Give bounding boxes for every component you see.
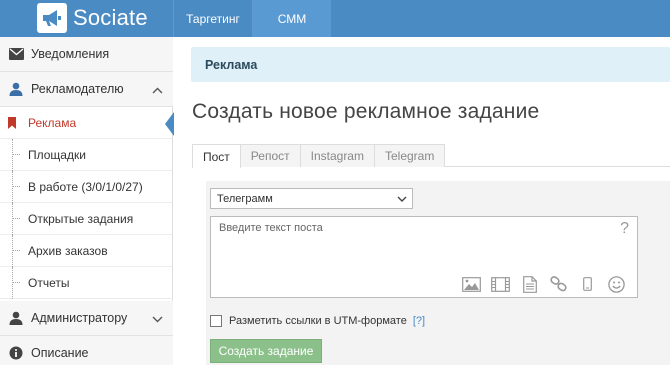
sidebar-item-label: Описание [31,346,89,360]
chevron-down-icon [397,194,407,206]
sidebar-subitem-in-progress[interactable]: В работе (3/0/1/0/27) [0,171,173,203]
sidebar-subitem-label: В работе (3/0/1/0/27) [28,179,143,194]
sidebar-item-notifications[interactable]: Уведомления [0,37,173,72]
sidebar-item-advertiser[interactable]: Рекламодателю [0,72,173,107]
emoji-icon[interactable] [602,275,631,293]
sidebar-item-description[interactable]: Описание [0,336,173,365]
user-icon [8,310,24,326]
post-text-placeholder: Введите текст поста [219,222,323,234]
channel-select-value: Телеграмм [217,192,273,205]
sidebar-subitem-label: Открытые задания [28,211,134,226]
utm-label[interactable]: Разметить ссылки в UTM-формате [229,315,407,327]
tree-line [12,267,13,299]
sidebar-item-label: Уведомления [31,47,110,61]
page-title: Создать новое рекламное задание [192,100,540,123]
image-icon[interactable] [457,275,486,293]
tree-dash [12,154,20,155]
sidebar-subitem-label: Архив заказов [28,243,108,258]
sidebar-subitem-ads[interactable]: Реклама [0,107,173,139]
logo-text[interactable]: Sociate [73,5,148,31]
sidebar-item-label: Рекламодателю [31,82,124,96]
sidebar-subitem-label: Отчеты [28,275,70,290]
top-bar: Sociate Таргетинг СММ [0,0,670,37]
attachment-toolbar [457,275,631,293]
post-text-input[interactable]: Введите текст поста ? [210,216,638,298]
video-icon[interactable] [486,275,515,293]
link-icon[interactable] [544,275,573,293]
tree-dash [12,186,20,187]
sidebar-subitem-label: Реклама [28,115,77,130]
chevron-up-icon[interactable] [152,83,163,97]
document-icon[interactable] [515,275,544,293]
chevron-down-icon[interactable] [152,312,163,326]
logo-megaphone-icon[interactable] [37,3,67,33]
tab-bar: Пост Репост Instagram Telegram [192,144,446,168]
bookmark-icon [8,117,16,132]
create-task-button[interactable]: Создать задание [210,339,322,363]
active-item-pointer [165,112,174,136]
tree-line [12,235,13,267]
breadcrumb: Реклама [191,47,670,82]
sidebar: Уведомления Рекламодателю Реклама Площад… [0,37,174,365]
sidebar-item-admin[interactable]: Администратору [0,301,173,336]
topnav-smm[interactable]: СММ [252,0,331,37]
sidebar-subitem-reports[interactable]: Отчеты [0,267,173,299]
channel-select[interactable]: Телеграмм [210,188,413,209]
sidebar-subitem-platforms[interactable]: Площадки [0,139,173,171]
info-icon [8,345,24,361]
tree-line [12,171,13,203]
tree-dash [12,250,20,251]
tree-line [12,203,13,235]
main-content: Реклама Создать новое рекламное задание … [174,37,670,365]
sidebar-item-label: Администратору [31,311,128,325]
utm-help-link[interactable]: [?] [413,315,425,327]
sidebar-subitem-open-tasks[interactable]: Открытые задания [0,203,173,235]
tab-repost[interactable]: Репост [239,144,301,167]
envelope-icon [8,46,24,62]
tab-post[interactable]: Пост [192,144,241,168]
tree-dash [12,218,20,219]
post-form-panel: Телеграмм Введите текст поста ? Разметит… [206,181,670,365]
user-icon [8,81,24,97]
utm-checkbox[interactable] [210,315,222,327]
help-question-icon[interactable]: ? [620,220,629,238]
top-nav: Таргетинг СММ [173,0,331,37]
utm-option: Разметить ссылки в UTM-формате [?] [210,315,425,327]
sidebar-subitem-archive[interactable]: Архив заказов [0,235,173,267]
tree-line [12,139,13,171]
tab-telegram[interactable]: Telegram [373,144,446,167]
tab-instagram[interactable]: Instagram [299,144,375,167]
mobile-icon[interactable] [573,275,602,293]
tree-dash [12,282,20,283]
sidebar-subitem-label: Площадки [28,147,86,162]
topnav-targeting[interactable]: Таргетинг [173,0,252,37]
